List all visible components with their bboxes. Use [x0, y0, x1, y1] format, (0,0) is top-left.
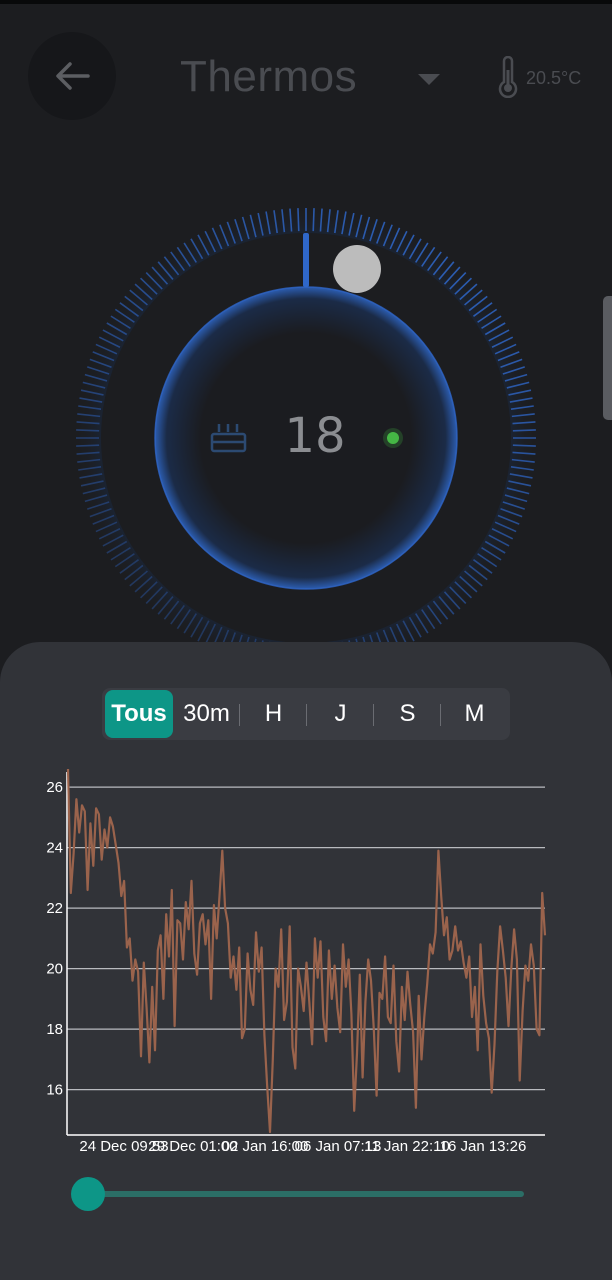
arrow-left-icon: [56, 62, 90, 90]
tab-label: Tous: [111, 700, 167, 727]
tab-30m[interactable]: 30m: [173, 690, 240, 738]
slider-track[interactable]: [88, 1191, 524, 1197]
caret-down-icon[interactable]: [418, 74, 440, 86]
y-tick-label: 20: [46, 961, 63, 978]
tab-all[interactable]: Tous: [105, 690, 173, 738]
external-temperature: 20.5°C: [526, 68, 582, 88]
slider-thumb[interactable]: [71, 1177, 105, 1211]
tab-week[interactable]: S: [374, 690, 441, 738]
x-tick-label: 16 Jan 13:26: [440, 1138, 527, 1155]
top-bar: [0, 0, 612, 4]
status-dot: [387, 432, 399, 444]
y-tick-label: 16: [46, 1082, 63, 1099]
tab-label: 30m: [183, 700, 230, 727]
temperature-series-line: [66, 768, 547, 1134]
x-tick-label: 11 Jan 22:10: [364, 1138, 450, 1155]
y-tick-label: 24: [46, 840, 63, 857]
tab-month[interactable]: M: [441, 690, 508, 738]
tab-label: S: [399, 700, 416, 727]
back-button[interactable]: [28, 32, 116, 120]
tab-day[interactable]: J: [307, 690, 374, 738]
setpoint-marker: [303, 233, 309, 287]
tab-label: H: [264, 700, 283, 727]
tab-label: M: [464, 700, 485, 727]
thermometer-icon: [498, 56, 518, 98]
history-range-slider[interactable]: [68, 1174, 528, 1214]
y-tick-label: 22: [46, 900, 63, 917]
y-tick-label: 18: [46, 1021, 63, 1038]
range-tabs: Tous 30m H J S M: [102, 688, 510, 740]
temperature-history-chart[interactable]: 16182022242624 Dec 09:5329 Dec 01:0002 J…: [0, 760, 612, 1170]
tab-label: J: [334, 700, 347, 727]
tab-hour[interactable]: H: [240, 690, 307, 738]
device-selector[interactable]: Thermos: [180, 52, 357, 102]
page-title: Thermos: [180, 52, 358, 101]
setpoint-temperature: 18: [284, 408, 346, 464]
dial-handle[interactable]: [333, 245, 381, 293]
y-tick-label: 26: [46, 779, 63, 796]
